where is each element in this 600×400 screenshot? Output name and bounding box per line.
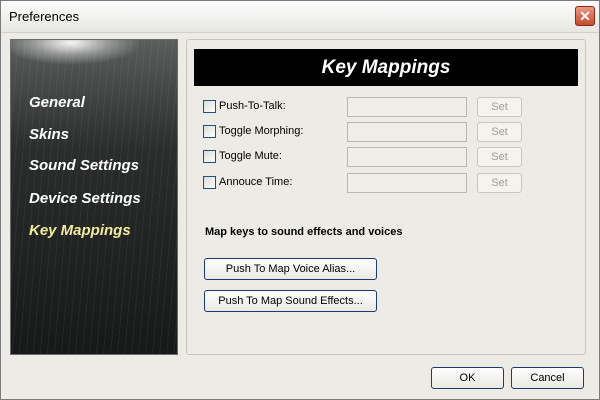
push-to-talk-checkbox[interactable] [203,100,216,113]
sidebar-item-device-settings[interactable]: Device Settings [29,190,141,207]
toggle-mute-key-field[interactable] [347,147,467,167]
toggle-morphing-label: Toggle Morphing: [219,125,304,137]
toggle-mute-set-button[interactable]: Set [477,147,522,167]
window-title: Preferences [9,9,80,24]
sidebar: General Skins Sound Settings Device Sett… [10,39,178,355]
sidebar-item-sound-settings[interactable]: Sound Settings [29,157,139,174]
sidebar-item-general[interactable]: General [29,94,85,111]
key-mappings-panel: Key Mappings Push-To-Talk: Set Toggle Mo… [186,39,586,355]
sidebar-item-skins[interactable]: Skins [29,126,69,143]
toggle-mute-checkbox[interactable] [203,150,216,163]
key-row-toggle-morphing: Toggle Morphing: Set [203,122,523,142]
map-voice-alias-button[interactable]: Push To Map Voice Alias... [204,258,377,280]
toggle-morphing-set-button[interactable]: Set [477,122,522,142]
key-row-push-to-talk: Push-To-Talk: Set [203,97,523,117]
close-icon: ✕ [579,8,591,24]
panel-header: Key Mappings [194,49,578,86]
map-sound-effects-button[interactable]: Push To Map Sound Effects... [204,290,377,312]
push-to-talk-set-button[interactable]: Set [477,97,522,117]
close-button[interactable]: ✕ [575,6,595,26]
key-row-toggle-mute: Toggle Mute: Set [203,147,523,167]
key-row-announce-time: Annouce Time: Set [203,173,523,193]
toggle-morphing-key-field[interactable] [347,122,467,142]
push-to-talk-label: Push-To-Talk: [219,100,286,112]
cancel-button[interactable]: Cancel [511,367,584,389]
ok-button[interactable]: OK [431,367,504,389]
section-label: Map keys to sound effects and voices [205,226,403,238]
preferences-window: Preferences ✕ General Skins Sound Settin… [0,0,600,400]
announce-time-checkbox[interactable] [203,176,216,189]
push-to-talk-key-field[interactable] [347,97,467,117]
toggle-morphing-checkbox[interactable] [203,125,216,138]
announce-time-label: Annouce Time: [219,176,293,188]
toggle-mute-label: Toggle Mute: [219,150,282,162]
sidebar-item-key-mappings[interactable]: Key Mappings [29,222,131,239]
announce-time-key-field[interactable] [347,173,467,193]
announce-time-set-button[interactable]: Set [477,173,522,193]
title-bar[interactable]: Preferences ✕ [1,1,599,33]
